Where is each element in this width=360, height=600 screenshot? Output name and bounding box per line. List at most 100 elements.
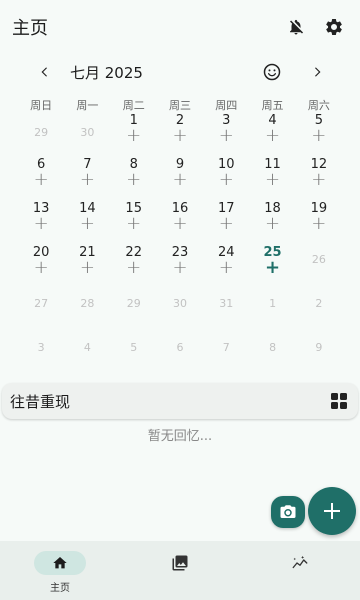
chevron-left-icon [41, 67, 47, 77]
settings-button[interactable] [320, 13, 348, 41]
calendar-day[interactable]: 8 + [111, 155, 157, 199]
calendar-day[interactable]: 9 + [157, 155, 203, 199]
calendar-day[interactable]: 4 + [249, 111, 295, 155]
calendar-day[interactable]: 17 + [203, 199, 249, 243]
day-number: 31 [219, 297, 234, 310]
notifications-off-button[interactable] [282, 13, 310, 41]
calendar-day-today[interactable]: 25 + [249, 243, 295, 287]
bell-off-icon [290, 19, 304, 35]
bottom-navigation: 主页 [0, 541, 360, 600]
calendar-day[interactable]: 5 + [296, 111, 342, 155]
calendar-day-outside-month[interactable]: 7 [203, 331, 249, 375]
nav-label-home: 主页 [50, 583, 70, 594]
nav-item-home[interactable]: 主页 [0, 541, 120, 600]
memories-title: 往昔重现 [10, 392, 71, 411]
add-entry-icon[interactable]: + [296, 127, 342, 145]
calendar-day-outside-month[interactable]: 2 [296, 287, 342, 331]
calendar-day[interactable]: 22 + [111, 243, 157, 287]
calendar-day[interactable]: 14 + [64, 199, 110, 243]
photo-library-icon [172, 555, 188, 571]
mood-button[interactable] [260, 60, 284, 84]
calendar-day-outside-month[interactable]: 30 [64, 111, 110, 155]
calendar-day-outside-month[interactable]: 8 [249, 331, 295, 375]
calendar-day-outside-month[interactable]: 26 [296, 243, 342, 287]
add-entry-icon[interactable]: + [249, 171, 295, 189]
calendar-day-outside-month[interactable]: 6 [157, 331, 203, 375]
calendar-day[interactable]: 1 + [111, 111, 157, 155]
add-entry-icon[interactable]: + [18, 215, 64, 233]
app-bar: 主页 [0, 0, 360, 54]
calendar-day[interactable]: 20 + [18, 243, 64, 287]
next-month-button[interactable] [306, 60, 328, 84]
add-entry-icon[interactable]: + [157, 127, 203, 145]
add-entry-icon[interactable]: + [249, 215, 295, 233]
calendar-day[interactable]: 16 + [157, 199, 203, 243]
calendar-day-outside-month[interactable]: 30 [157, 287, 203, 331]
add-entry-icon[interactable]: + [111, 259, 157, 277]
calendar-day[interactable]: 18 + [249, 199, 295, 243]
day-number: 26 [311, 253, 326, 266]
calendar-day-outside-month[interactable]: 27 [18, 287, 64, 331]
day-number: 29 [34, 126, 49, 139]
day-number: 28 [80, 297, 95, 310]
calendar-day[interactable]: 15 + [111, 199, 157, 243]
calendar-day[interactable]: 23 + [157, 243, 203, 287]
calendar-day-outside-month[interactable]: 5 [111, 331, 157, 375]
add-entry-icon[interactable]: + [111, 171, 157, 189]
nav-icon-wrap [274, 551, 326, 575]
calendar-day[interactable]: 12 + [296, 155, 342, 199]
calendar-day[interactable]: 10 + [203, 155, 249, 199]
add-entry-icon[interactable]: + [111, 127, 157, 145]
calendar-day[interactable]: 13 + [18, 199, 64, 243]
memories-grid-view-button[interactable] [328, 390, 350, 412]
add-entry-icon[interactable]: + [64, 259, 110, 277]
day-number: 7 [222, 341, 230, 354]
add-entry-icon[interactable]: + [249, 127, 295, 145]
calendar-day-outside-month[interactable]: 9 [296, 331, 342, 375]
day-number: 8 [269, 341, 277, 354]
calendar-day[interactable]: 6 + [18, 155, 64, 199]
add-entry-icon[interactable]: + [203, 215, 249, 233]
calendar-day[interactable]: 2 + [157, 111, 203, 155]
calendar-day-outside-month[interactable]: 29 [18, 111, 64, 155]
add-entry-icon[interactable]: + [18, 259, 64, 277]
calendar-day-outside-month[interactable]: 31 [203, 287, 249, 331]
calendar-day[interactable]: 11 + [249, 155, 295, 199]
add-entry-icon[interactable]: + [203, 127, 249, 145]
day-number: 9 [315, 341, 323, 354]
add-entry-icon[interactable]: + [296, 171, 342, 189]
memories-header: 往昔重现 [2, 383, 358, 419]
calendar-day[interactable]: 24 + [203, 243, 249, 287]
previous-month-button[interactable] [34, 60, 56, 84]
add-entry-icon[interactable]: + [157, 215, 203, 233]
nav-item-gallery[interactable] [120, 541, 240, 600]
day-number: 5 [130, 341, 138, 354]
calendar-day[interactable]: 21 + [64, 243, 110, 287]
add-entry-icon[interactable]: + [64, 171, 110, 189]
add-entry-icon[interactable]: + [203, 171, 249, 189]
calendar-day-outside-month[interactable]: 4 [64, 331, 110, 375]
add-entry-icon[interactable]: + [64, 215, 110, 233]
calendar-day-outside-month[interactable]: 29 [111, 287, 157, 331]
add-entry-icon[interactable]: + [18, 171, 64, 189]
add-entry-icon[interactable]: + [157, 259, 203, 277]
home-icon [53, 557, 67, 569]
nav-active-indicator [34, 551, 86, 575]
add-entry-icon[interactable]: + [203, 259, 249, 277]
nav-item-insights[interactable] [240, 541, 360, 600]
calendar-day-outside-month[interactable]: 3 [18, 331, 64, 375]
calendar-day[interactable]: 3 + [203, 111, 249, 155]
add-entry-button[interactable] [308, 487, 356, 535]
add-entry-icon[interactable]: + [249, 259, 295, 277]
add-entry-icon[interactable]: + [296, 215, 342, 233]
add-entry-icon[interactable]: + [111, 215, 157, 233]
calendar-day-outside-month[interactable]: 28 [64, 287, 110, 331]
calendar-day-outside-month[interactable]: 1 [249, 287, 295, 331]
camera-button[interactable] [271, 496, 305, 528]
day-number: 6 [176, 341, 184, 354]
month-navigation: 七月 2025 [0, 58, 360, 86]
day-number: 30 [172, 297, 187, 310]
add-entry-icon[interactable]: + [157, 171, 203, 189]
calendar-day[interactable]: 19 + [296, 199, 342, 243]
calendar-day[interactable]: 7 + [64, 155, 110, 199]
